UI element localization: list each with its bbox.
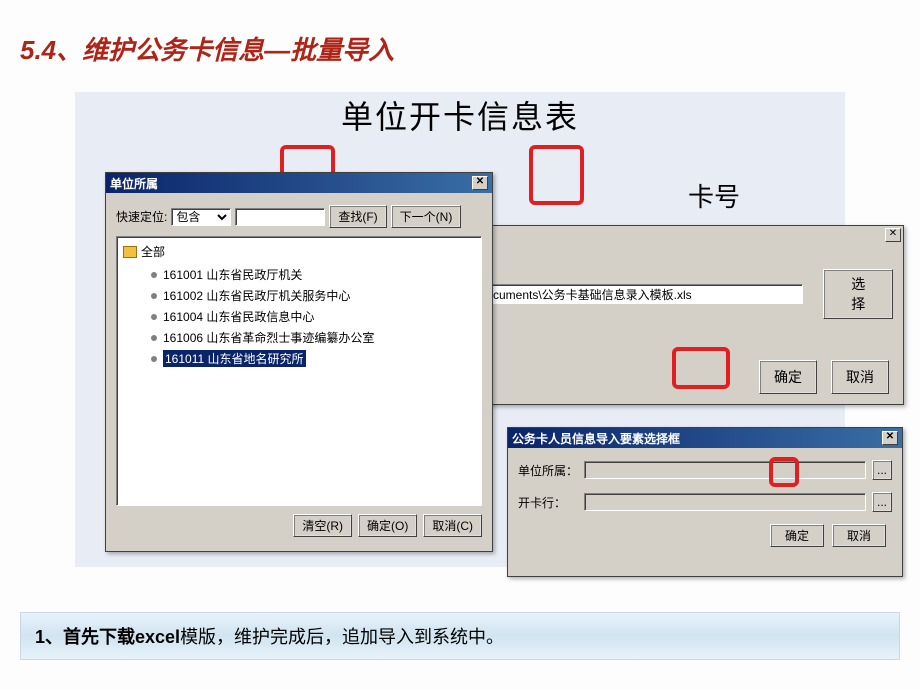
folder-icon xyxy=(123,246,137,258)
unit-label: 单位所属： xyxy=(518,462,578,479)
find-button[interactable]: 查找(F) xyxy=(329,205,386,228)
choose-file-button[interactable]: 选择 xyxy=(823,269,893,319)
close-icon[interactable]: ✕ xyxy=(882,431,898,445)
tree-root-label: 全部 xyxy=(141,243,165,260)
unit-row: 单位所属： ... xyxy=(518,460,892,480)
bank-row: 开卡行： ... xyxy=(518,492,892,512)
tree-item-label: 161004 山东省民政信息中心 xyxy=(163,308,314,325)
close-icon[interactable]: ✕ xyxy=(472,176,488,190)
close-icon[interactable]: ✕ xyxy=(885,228,901,242)
unit-browse-button[interactable]: ... xyxy=(872,460,892,480)
bullet-icon xyxy=(151,272,157,278)
file-path-row: 选择 xyxy=(488,269,893,319)
content-title: 单位开卡信息表 xyxy=(75,92,845,138)
bank-browse-button[interactable]: ... xyxy=(872,492,892,512)
bullet-icon xyxy=(151,293,157,299)
tree-item-label: 161006 山东省革命烈士事迹编纂办公室 xyxy=(163,329,374,346)
cancel-button[interactable]: 取消 xyxy=(832,524,886,547)
footer-bold: excel xyxy=(135,627,180,647)
element-select-body: 单位所属： ... 开卡行： ... 确定 取消 xyxy=(508,448,902,553)
element-select-titlebar[interactable]: 公务卡人员信息导入要素选择框 ✕ xyxy=(508,428,902,448)
clear-button[interactable]: 清空(R) xyxy=(293,514,352,537)
highlight-box-2 xyxy=(529,145,584,205)
tree-root[interactable]: 全部 xyxy=(123,243,475,260)
unit-tree[interactable]: 全部 161001 山东省民政厅机关 161002 山东省民政厅机关服务中心 161… xyxy=(116,236,482,506)
bank-field[interactable] xyxy=(584,493,866,511)
tree-item[interactable]: 161006 山东省革命烈士事迹编纂办公室 xyxy=(123,327,475,348)
highlight-box-ok xyxy=(672,347,730,389)
slide-title: 5.4、维护公务卡信息—批量导入 xyxy=(20,30,394,67)
footer-suffix: 模版，维护完成后，追加导入到系统中。 xyxy=(180,627,504,647)
unit-field[interactable] xyxy=(584,461,866,479)
search-input[interactable] xyxy=(235,208,325,226)
bullet-icon xyxy=(151,335,157,341)
tree-item[interactable]: 161001 山东省民政厅机关 xyxy=(123,264,475,285)
tree-item-label: 161011 山东省地名研究所 xyxy=(163,350,306,367)
file-path-input[interactable] xyxy=(488,284,803,304)
ok-button[interactable]: 确定 xyxy=(770,524,824,547)
tree-item-label: 161002 山东省民政厅机关服务中心 xyxy=(163,287,350,304)
bank-label: 开卡行： xyxy=(518,494,578,511)
unit-picker-titlebar[interactable]: 单位所属 ✕ xyxy=(106,173,492,193)
footer-prefix: 1、首先下载 xyxy=(35,627,135,647)
unit-picker-dialog: 单位所属 ✕ 快速定位: 包含 查找(F) 下一个(N) 全部 161001 山… xyxy=(105,172,493,552)
tree-item[interactable]: 161002 山东省民政厅机关服务中心 xyxy=(123,285,475,306)
element-select-buttons: 确定 取消 xyxy=(518,524,892,547)
unit-picker-search-row: 快速定位: 包含 查找(F) 下一个(N) xyxy=(106,193,492,236)
unit-picker-title: 单位所属 xyxy=(110,175,158,192)
tree-item[interactable]: 161004 山东省民政信息中心 xyxy=(123,306,475,327)
highlight-box-ellipsis xyxy=(769,457,799,487)
tree-item[interactable]: 161011 山东省地名研究所 xyxy=(123,348,475,369)
bullet-icon xyxy=(151,314,157,320)
content-area: 单位开卡信息表 卡号 单位所属 ✕ 快速定位: 包含 查找(F) 下一个(N) … xyxy=(75,92,845,567)
bullet-icon xyxy=(151,356,157,362)
file-dialog-buttons: 确定 取消 xyxy=(759,360,889,394)
search-label: 快速定位: xyxy=(116,208,167,225)
cancel-button[interactable]: 取消 xyxy=(831,360,889,394)
tree-item-label: 161001 山东省民政厅机关 xyxy=(163,266,302,283)
card-number-label: 卡号 xyxy=(688,177,740,214)
element-select-dialog: 公务卡人员信息导入要素选择框 ✕ 单位所属： ... 开卡行： ... 确定 取… xyxy=(507,427,903,577)
search-mode-select[interactable]: 包含 xyxy=(171,208,231,226)
ok-button[interactable]: 确定(O) xyxy=(358,514,417,537)
ok-button[interactable]: 确定 xyxy=(759,360,817,394)
unit-picker-buttons: 清空(R) 确定(O) 取消(C) xyxy=(106,506,492,545)
footer-note: 1、首先下载excel模版，维护完成后，追加导入到系统中。 xyxy=(20,612,900,660)
next-button[interactable]: 下一个(N) xyxy=(391,205,462,228)
cancel-button[interactable]: 取消(C) xyxy=(423,514,482,537)
element-select-title: 公务卡人员信息导入要素选择框 xyxy=(512,430,680,447)
